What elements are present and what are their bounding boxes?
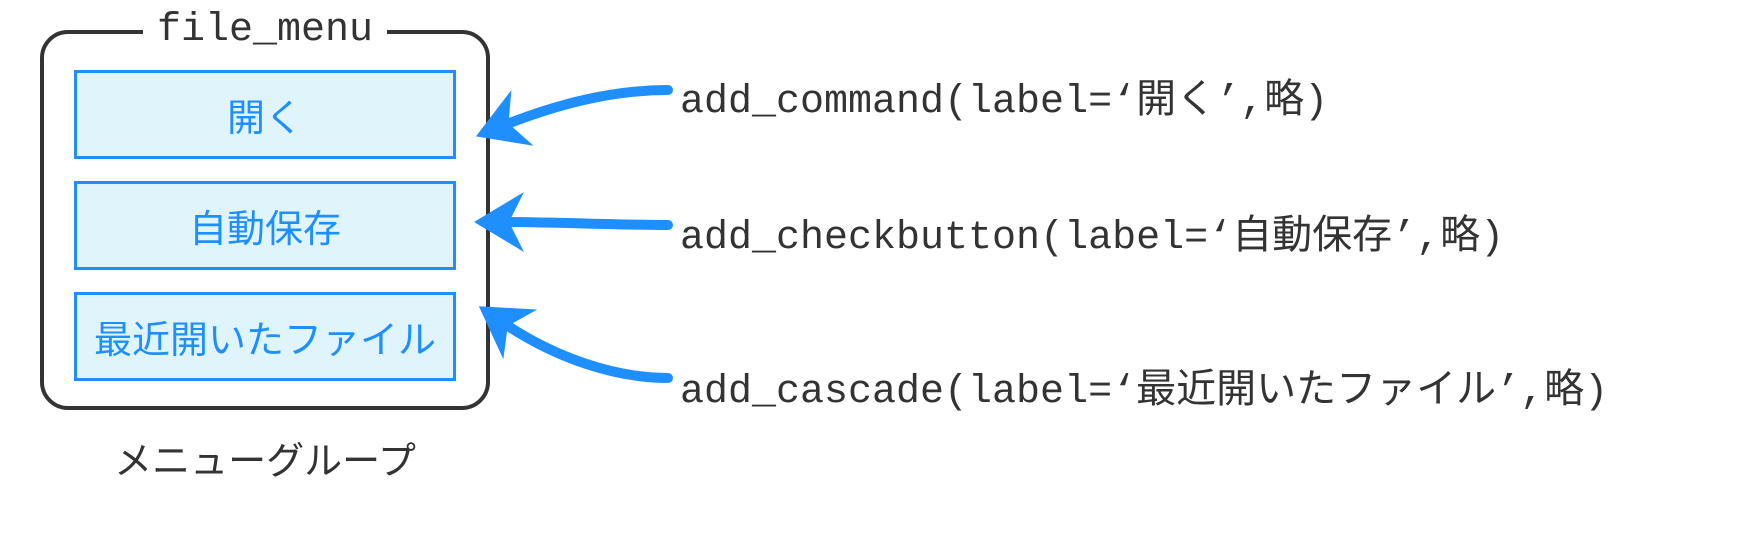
arrow-icon	[502, 90, 668, 126]
annotation-add-cascade: add_cascade(label=‘最近開いたファイル’,略)	[680, 356, 1608, 415]
menu-item-autosave[interactable]: 自動保存	[74, 181, 456, 270]
arrow-icon	[502, 322, 668, 378]
menu-group-title: file_menu	[143, 8, 387, 53]
menu-item-open[interactable]: 開く	[74, 70, 456, 159]
menu-group-caption: メニューグループ	[40, 430, 490, 485]
arrow-icon	[502, 222, 668, 225]
annotation-add-checkbutton: add_checkbutton(label=‘自動保存’,略)	[680, 202, 1504, 261]
annotation-add-command: add_command(label=‘開く’,略)	[680, 66, 1328, 125]
menu-item-recent-files[interactable]: 最近開いたファイル	[74, 292, 456, 381]
menu-group-box: file_menu 開く 自動保存 最近開いたファイル	[40, 30, 490, 410]
